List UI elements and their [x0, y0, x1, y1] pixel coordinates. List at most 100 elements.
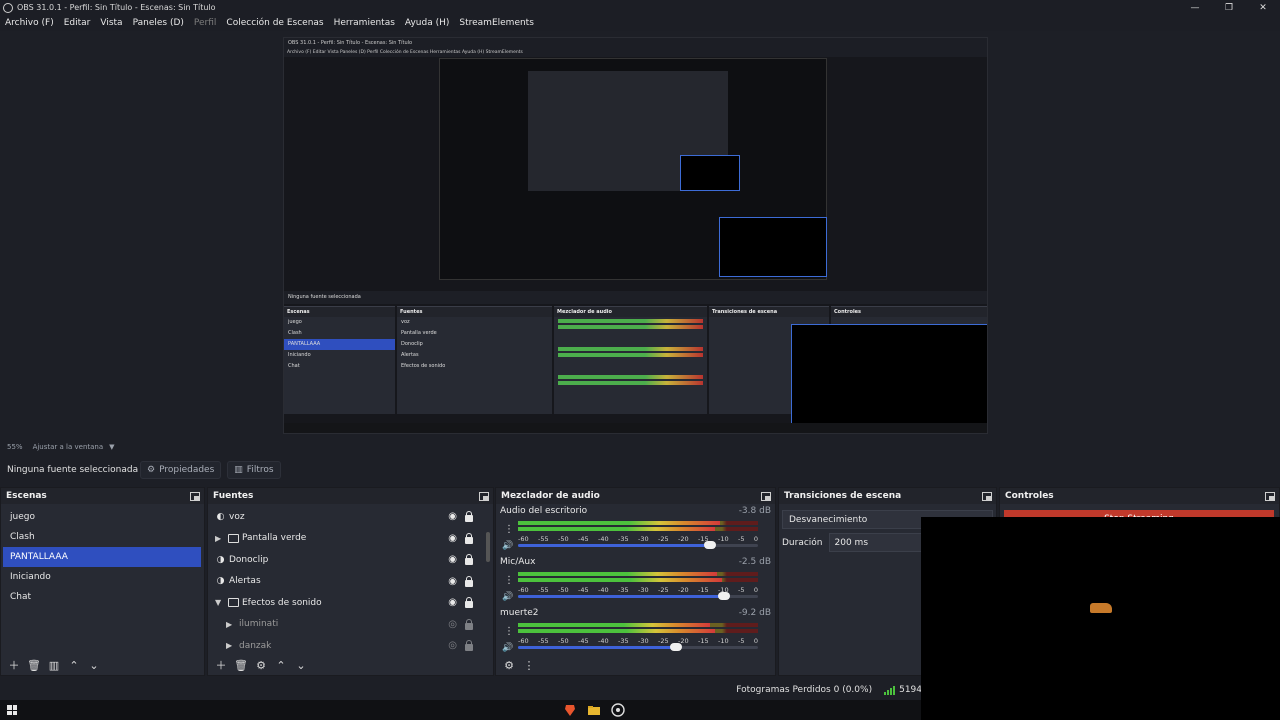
source-item[interactable]: ▶ danzak ◎ [208, 635, 493, 657]
chevron-down-icon[interactable]: ▼ [109, 443, 114, 451]
scene-item[interactable]: Clash [3, 527, 201, 547]
scrollbar[interactable] [486, 532, 490, 562]
brave-browser-icon[interactable] [563, 703, 577, 717]
menu-view[interactable]: Vista [100, 18, 122, 28]
mixer-channel: muerte2 -9.2 dB ⋮ -60 -55 -50 -45 -40 -35 -30 -25-… [496, 606, 775, 657]
source-item[interactable]: ▶ iluminati ◎ [208, 614, 493, 636]
source-item[interactable]: ◐ voz ◉ [208, 506, 493, 528]
scene-item-selected[interactable]: PANTALLAAA [3, 547, 201, 567]
meter-tick-label: 0 [753, 586, 758, 594]
eye-icon[interactable]: ◉ [448, 554, 457, 565]
chevron-up-icon[interactable]: ⌃ [273, 657, 289, 673]
meter-tick-label: -50 [558, 535, 569, 543]
maximize-button[interactable]: ❐ [1212, 0, 1246, 15]
speaker-icon[interactable]: 🔊 [502, 592, 513, 602]
source-item[interactable]: ▼ Efectos de sonido ◉ [208, 592, 493, 614]
menu-docks[interactable]: Paneles (D) [133, 18, 184, 28]
sources-footer: ＋ 🗑 ⚙ ⌃ ⌄ [208, 655, 493, 675]
speaker-icon[interactable]: 🔊 [502, 541, 513, 551]
more-menu-icon[interactable]: ⋮ [504, 575, 514, 586]
sources-dock-header: Fuentes [208, 488, 493, 504]
chevron-down-icon[interactable]: ⌄ [86, 657, 102, 673]
more-menu-icon[interactable]: ⋮ [521, 657, 537, 673]
menu-streamelements[interactable]: StreamElements [459, 18, 534, 28]
lock-icon[interactable] [465, 597, 473, 608]
meter-level-left [518, 521, 720, 525]
meter-tick-label: -35 [618, 535, 629, 543]
eye-icon[interactable]: ◉ [448, 576, 457, 587]
menu-file[interactable]: Archivo (F) [5, 18, 54, 28]
meter-level-left [518, 623, 710, 627]
add-source-icon[interactable]: ＋ [213, 657, 229, 673]
chevron-up-icon[interactable]: ⌃ [66, 657, 82, 673]
trash-icon[interactable]: 🗑 [233, 657, 249, 673]
expand-arrow-icon[interactable]: ▶ [215, 534, 225, 543]
menu-help[interactable]: Ayuda (H) [405, 18, 449, 28]
volume-slider[interactable] [518, 643, 758, 651]
trash-icon[interactable]: 🗑 [26, 657, 42, 673]
source-label: Donoclip [229, 554, 269, 565]
undock-icon[interactable] [479, 491, 489, 501]
speaker-icon[interactable]: 🔊 [502, 643, 513, 653]
menu-bar: Archivo (F) Editar Vista Paneles (D) Per… [0, 15, 1280, 31]
channel-header: Audio del escritorio -3.8 dB [500, 506, 771, 516]
folder-icon [228, 598, 239, 608]
menu-tools[interactable]: Herramientas [334, 18, 395, 28]
more-menu-icon[interactable]: ⋮ [504, 626, 514, 637]
close-button[interactable]: ✕ [1246, 0, 1280, 15]
eye-hidden-icon[interactable]: ◎ [448, 619, 457, 630]
filter-icon[interactable]: ▥ [46, 657, 62, 673]
scene-item[interactable]: juego [3, 507, 201, 527]
scene-item[interactable]: Chat [3, 587, 201, 607]
more-menu-icon[interactable]: ⋮ [504, 524, 514, 535]
eye-icon[interactable]: ◉ [448, 597, 457, 608]
preview-canvas[interactable]: OBS 31.0.1 - Perfil: Sin Título - Escena… [283, 37, 988, 434]
lock-icon[interactable] [465, 554, 473, 565]
zoom-mode[interactable]: Ajustar a la ventana [33, 443, 104, 451]
scene-item[interactable]: Iniciando [3, 567, 201, 587]
menu-scene-collection[interactable]: Colección de Escenas [226, 18, 323, 28]
undock-icon[interactable] [1265, 491, 1275, 501]
collapse-arrow-icon[interactable]: ▼ [215, 598, 225, 607]
windows-start-icon[interactable] [7, 705, 17, 715]
meter-tick-label: -50 [558, 586, 569, 594]
menu-edit[interactable]: Editar [64, 18, 91, 28]
eye-hidden-icon[interactable]: ◎ [448, 640, 457, 651]
nested-taskbar [284, 423, 987, 433]
controls-dock-header: Controles [1000, 488, 1279, 504]
preview-area[interactable]: OBS 31.0.1 - Perfil: Sin Título - Escena… [0, 31, 1280, 441]
file-explorer-icon[interactable] [587, 703, 601, 717]
lock-icon[interactable] [465, 511, 473, 522]
lock-icon[interactable] [465, 575, 473, 587]
volume-slider-handle[interactable] [670, 643, 683, 651]
source-item[interactable]: ▶ Pantalla verde ◉ [208, 528, 493, 550]
obs-app-icon[interactable] [611, 703, 625, 717]
add-scene-icon[interactable]: ＋ [6, 657, 22, 673]
source-item[interactable]: ◑ Donoclip ◉ [208, 549, 493, 571]
gear-icon[interactable]: ⚙ [253, 657, 269, 673]
minimize-button[interactable]: — [1178, 0, 1212, 15]
volume-slider-handle[interactable] [718, 592, 731, 600]
meter-tick-label: -45 [578, 637, 589, 645]
undock-icon[interactable] [982, 491, 992, 501]
meter-level-left [518, 572, 718, 576]
nested-source-bar: Ninguna fuente seleccionada [284, 291, 987, 304]
lock-icon[interactable] [465, 618, 473, 630]
volume-meter [518, 572, 758, 584]
undock-icon[interactable] [761, 491, 771, 501]
eye-icon[interactable]: ◉ [448, 533, 457, 544]
chevron-down-icon[interactable]: ⌄ [293, 657, 309, 673]
volume-slider-handle[interactable] [704, 541, 716, 549]
menu-profile: Perfil [193, 18, 217, 28]
properties-button[interactable]: ⚙ Propiedades [140, 461, 222, 479]
volume-slider[interactable] [518, 592, 758, 600]
lock-icon[interactable] [465, 532, 473, 544]
lock-icon[interactable] [465, 640, 473, 651]
source-item[interactable]: ◑ Alertas ◉ [208, 571, 493, 593]
eye-icon[interactable]: ◉ [448, 511, 457, 522]
channel-name: muerte2 [500, 608, 539, 618]
gear-icon[interactable]: ⚙ [501, 657, 517, 673]
filters-button[interactable]: ▥ Filtros [227, 461, 281, 479]
undock-icon[interactable] [190, 491, 200, 501]
volume-slider[interactable] [518, 541, 758, 549]
